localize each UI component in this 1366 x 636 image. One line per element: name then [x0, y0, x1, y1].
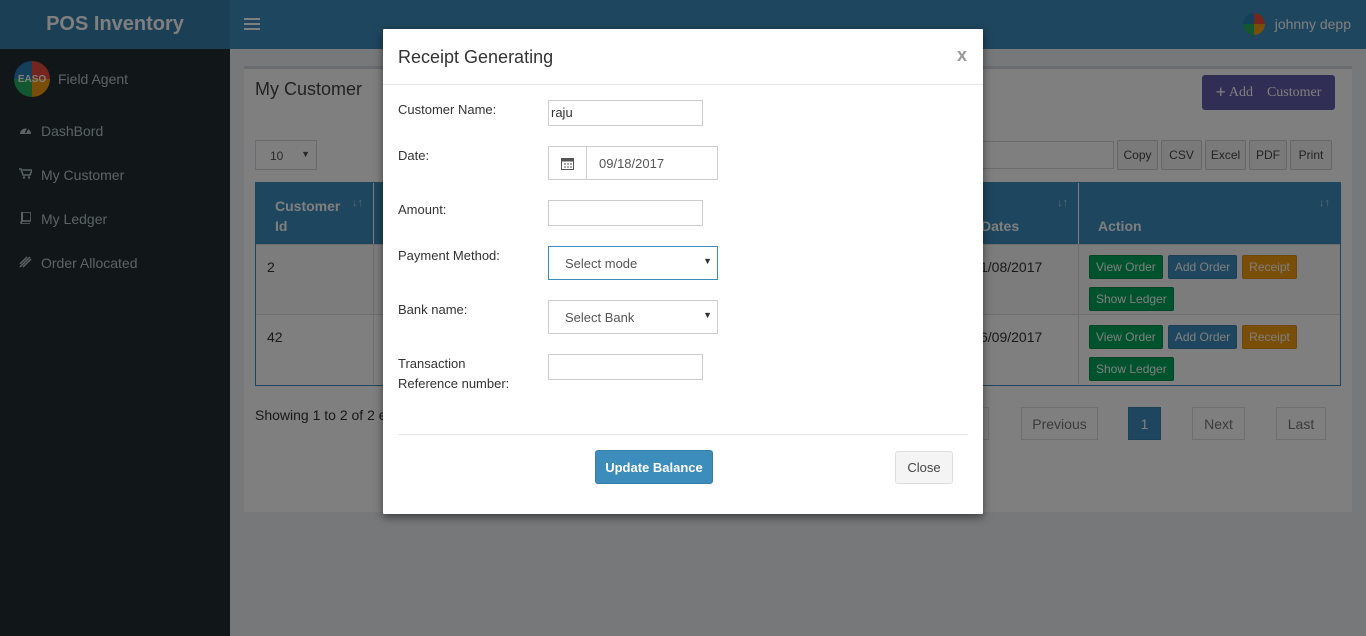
close-button[interactable]: Close: [895, 451, 953, 484]
transaction-ref-label: Transaction Reference number:: [398, 356, 510, 391]
amount-label: Amount:: [398, 202, 447, 217]
update-balance-button[interactable]: Update Balance: [595, 450, 713, 484]
calendar-icon[interactable]: [549, 147, 587, 179]
modal-title: Receipt Generating: [398, 47, 554, 67]
customer-name-label: Customer Name:: [398, 102, 497, 117]
close-icon[interactable]: x: [957, 45, 967, 66]
chevron-down-icon: ▼: [703, 256, 712, 266]
receipt-modal: Receipt Generating x Customer Name: raju…: [383, 29, 983, 514]
date-field[interactable]: 09/18/2017: [548, 146, 718, 180]
amount-field[interactable]: [548, 200, 703, 226]
payment-method-label: Payment Method:: [398, 248, 500, 263]
customer-name-field[interactable]: raju: [548, 100, 703, 126]
date-label: Date:: [398, 148, 430, 163]
modal-header: Receipt Generating x: [383, 29, 983, 85]
payment-method-select[interactable]: Select mode ▼: [548, 246, 718, 280]
transaction-ref-field[interactable]: [548, 354, 703, 380]
bank-name-label: Bank name:: [398, 302, 468, 317]
payment-method-value: Select mode: [565, 256, 638, 271]
bank-name-value: Select Bank: [565, 310, 635, 325]
date-value: 09/18/2017: [599, 156, 665, 171]
chevron-down-icon: ▼: [703, 310, 712, 320]
bank-name-select[interactable]: Select Bank ▼: [548, 300, 718, 334]
modal-divider: [398, 434, 968, 435]
